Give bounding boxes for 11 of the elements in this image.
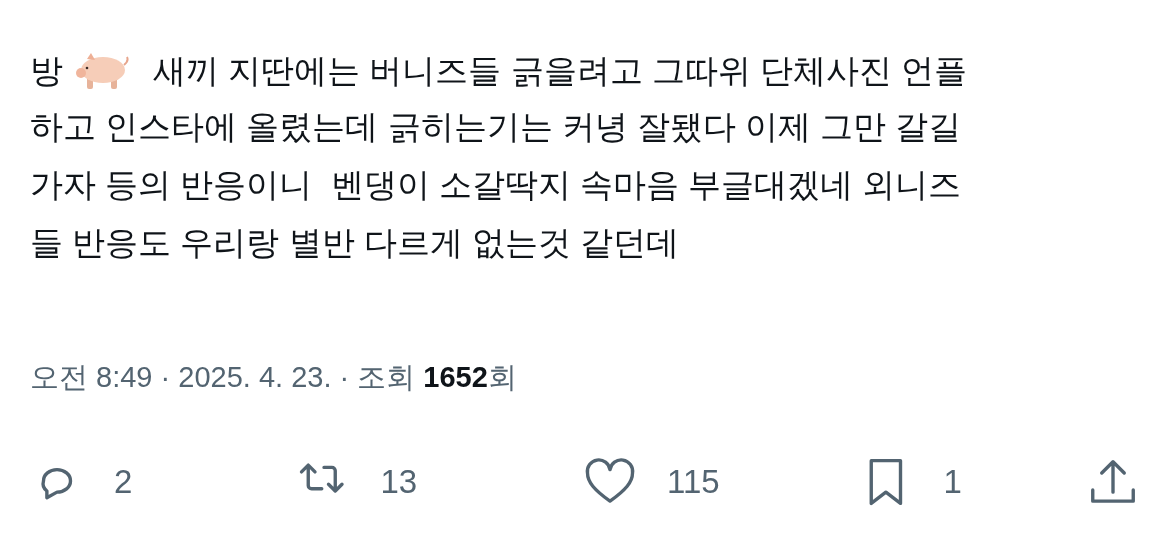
count-label: 115 [667,463,720,501]
count-label: 1 [943,463,962,501]
post-text: 새끼 지딴에는 버니즈들 긁을려고 그따위 단체사진 언플 [153,52,967,90]
post-text: 하고 인스타에 올렸는데 긁히는기는 커녕 잘됐다 이제 그만 갈길 [30,107,963,147]
pig-icon [73,51,129,92]
count-label: 13 [380,463,418,501]
post-text: 가자 등의 반응이니 벤댕이 소갈딱지 속마음 부글대겠네 외니즈 [30,165,963,205]
post-text: 방 [30,52,63,90]
count-label: 2 [114,463,133,501]
post-meta: 오전 8:49 · 2025. 4. 23. · 조회 1652회 [30,360,518,395]
post-text: 들 반응도 우리랑 별반 다르게 없는것 같던데 [30,223,680,263]
